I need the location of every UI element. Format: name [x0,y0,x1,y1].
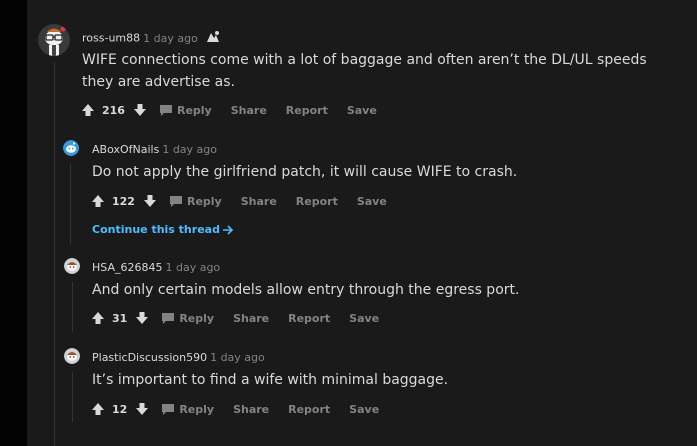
author-name[interactable]: ross-um88 [82,32,140,45]
vote-count: 31 [112,311,128,325]
snoo-avatar-icon [63,140,79,156]
comment-body: Do not apply the girlfriend patch, it wi… [92,164,518,180]
upvote-icon[interactable] [90,193,106,209]
comment: ABoxOfNails 1 day ago Do not apply the gi… [27,130,697,245]
author-name[interactable]: HSA_626845 [92,261,162,274]
report-label: Report [288,402,331,416]
comment-icon [159,104,172,116]
share-button[interactable]: Share [233,403,269,416]
save-label: Save [356,194,387,208]
report-button[interactable]: Report [288,403,330,416]
report-label: Report [285,103,328,117]
continue-thread-label: Continue this thread [92,223,220,236]
timestamp[interactable]: 1 day ago [165,261,220,274]
comment-meta: ABoxOfNails 1 day ago [92,143,217,156]
comment-actions: 31 Reply Share Report Save [90,308,398,328]
reply-button[interactable]: Reply [159,103,212,117]
report-label: Report [295,194,338,208]
comment-body: And only certain models allow entry thro… [92,282,520,298]
share-label: Share [230,103,267,117]
share-label: Share [240,194,277,208]
share-button[interactable]: Share [241,195,277,208]
comment-icon [162,312,175,324]
upvote-icon[interactable] [90,310,106,326]
report-button[interactable]: Report [296,195,338,208]
comment: HSA_626845 1 day ago And only certain mod… [27,245,697,335]
snoo-avatar-icon [64,348,80,364]
reply-button[interactable]: Reply [169,194,222,208]
share-button[interactable]: Share [233,312,269,325]
comment-meta: ross-um88 1 day ago [82,30,221,47]
comment-actions: 12 Reply Share Report Save [90,399,398,419]
reply-label: Reply [179,402,215,416]
save-button[interactable]: Save [349,403,379,416]
avatar[interactable] [64,258,80,274]
arrow-right-icon [222,224,234,235]
reply-label: Reply [179,311,215,325]
downvote-icon[interactable] [134,310,150,326]
report-button[interactable]: Report [286,104,328,117]
avatar[interactable] [64,348,80,364]
comment: PlasticDiscussion590 1 day ago It’s impor… [27,335,697,435]
share-label: Share [233,402,270,416]
timestamp[interactable]: 1 day ago [210,351,265,364]
save-button[interactable]: Save [349,312,379,325]
comment: ross-um88 1 day ago WIFE connections come… [27,0,697,130]
report-button[interactable]: Report [288,312,330,325]
downvote-icon[interactable] [134,401,150,417]
share-label: Share [233,311,270,325]
timestamp[interactable]: 1 day ago [162,143,217,156]
comment-thread: ross-um88 1 day ago WIFE connections come… [27,0,697,446]
vote-count: 122 [112,194,135,208]
save-button[interactable]: Save [347,104,377,117]
comment-body: WIFE connections come with a lot of bagg… [82,52,647,90]
vote-count: 216 [102,103,125,117]
save-button[interactable]: Save [357,195,387,208]
author-name[interactable]: PlasticDiscussion590 [92,351,207,364]
continue-thread-link[interactable]: Continue this thread [92,223,234,236]
comment-body: It’s important to find a wife with minim… [92,372,449,388]
left-gutter [0,0,27,446]
save-label: Save [349,311,380,325]
avatar[interactable] [63,140,79,156]
reply-label: Reply [186,194,222,208]
reply-label: Reply [176,103,212,117]
comment-icon [169,195,182,207]
upvote-icon[interactable] [80,102,96,118]
author-name[interactable]: ABoxOfNails [92,143,159,156]
comment-meta: PlasticDiscussion590 1 day ago [92,351,265,364]
timestamp[interactable]: 1 day ago [143,32,198,45]
snoo-avatar-icon [64,258,80,274]
snoo-avatar-icon [38,24,70,56]
avatar[interactable] [38,24,70,56]
share-button[interactable]: Share [231,104,267,117]
comment-actions: 216 Reply Share Report Save [80,100,396,120]
save-label: Save [346,103,377,117]
comment-meta: HSA_626845 1 day ago [92,261,220,274]
upvote-icon[interactable] [90,401,106,417]
comment-icon [162,403,175,415]
award-icon[interactable] [205,30,221,47]
report-label: Report [288,311,331,325]
downvote-icon[interactable] [132,102,148,118]
comment-actions: 122 Reply Share Report Save [90,191,406,211]
downvote-icon[interactable] [142,193,158,209]
reply-button[interactable]: Reply [162,312,214,325]
vote-count: 12 [112,402,128,416]
reply-button[interactable]: Reply [162,403,214,416]
save-label: Save [349,402,380,416]
